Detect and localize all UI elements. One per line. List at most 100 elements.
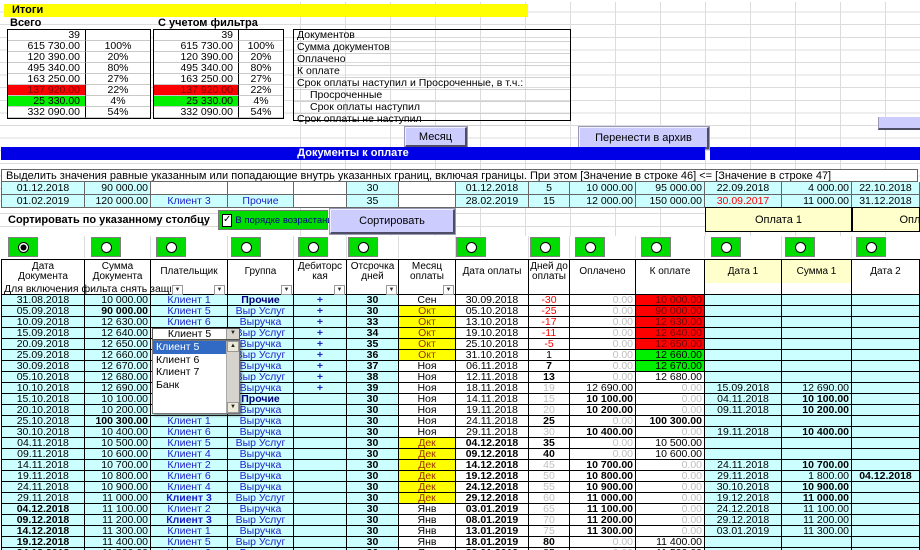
data-cell[interactable]: Клиент 3 [151, 493, 228, 504]
data-cell[interactable]: 10 400.00 [782, 427, 852, 438]
data-cell[interactable]: 33 [347, 317, 399, 328]
data-cell[interactable]: 12 640.00 [85, 328, 151, 339]
data-cell[interactable]: 30 [347, 416, 399, 427]
data-cell[interactable]: 20.09.2018 [2, 339, 85, 350]
data-cell[interactable]: -17 [529, 317, 570, 328]
data-cell[interactable]: 80 [529, 537, 570, 548]
data-cell[interactable] [852, 405, 920, 416]
month-button[interactable]: Месяц [404, 126, 468, 148]
data-cell[interactable]: Окт [399, 339, 456, 350]
data-cell[interactable]: Дек [399, 449, 456, 460]
data-cell[interactable] [782, 317, 852, 328]
radio-cell[interactable] [575, 237, 605, 257]
data-cell[interactable]: 100 300.00 [85, 416, 151, 427]
data-cell[interactable]: 11 200.00 [782, 515, 852, 526]
data-cell[interactable]: 0.00 [636, 493, 705, 504]
data-cell[interactable] [294, 504, 347, 515]
data-cell[interactable]: 10 800.00 [85, 471, 151, 482]
data-cell[interactable]: 19.12.2018 [2, 537, 85, 548]
data-cell[interactable]: 09.11.2018 [2, 449, 85, 460]
data-cell[interactable]: 30 [347, 295, 399, 306]
data-cell[interactable]: 15.09.2018 [705, 383, 782, 394]
data-cell[interactable]: Дек [399, 493, 456, 504]
data-cell[interactable] [852, 460, 920, 471]
data-cell[interactable] [852, 537, 920, 548]
data-cell[interactable] [782, 416, 852, 427]
data-cell[interactable] [852, 295, 920, 306]
data-cell[interactable]: 1 [529, 350, 570, 361]
data-cell[interactable]: 100 300.00 [636, 416, 705, 427]
data-cell[interactable]: 11 400.00 [85, 537, 151, 548]
data-cell[interactable]: 10 100.00 [782, 394, 852, 405]
radio-cell[interactable] [785, 237, 815, 257]
data-cell[interactable]: 12 660.00 [85, 350, 151, 361]
criteria-cell[interactable]: 22.10.2018 [852, 182, 920, 195]
data-cell[interactable] [705, 328, 782, 339]
data-cell[interactable]: 05.10.2018 [2, 372, 85, 383]
data-cell[interactable]: 30 [347, 504, 399, 515]
data-cell[interactable]: 0.00 [570, 306, 636, 317]
data-cell[interactable]: 10 900.00 [85, 482, 151, 493]
data-cell[interactable]: 0.00 [636, 526, 705, 537]
data-cell[interactable]: Ноя [399, 427, 456, 438]
data-cell[interactable]: 25.10.2018 [456, 339, 529, 350]
archive-button[interactable]: Перенести в архив [578, 126, 710, 150]
data-cell[interactable] [782, 537, 852, 548]
data-cell[interactable]: Клиент 5 [151, 537, 228, 548]
data-cell[interactable]: 40 [529, 449, 570, 460]
data-cell[interactable] [705, 317, 782, 328]
data-cell[interactable]: Дек [399, 482, 456, 493]
data-cell[interactable]: 0.00 [636, 460, 705, 471]
data-cell[interactable]: 12 660.00 [636, 350, 705, 361]
data-cell[interactable]: 10 600.00 [636, 449, 705, 460]
data-cell[interactable]: + [294, 372, 347, 383]
data-cell[interactable]: 25.09.2018 [2, 350, 85, 361]
data-cell[interactable]: Окт [399, 328, 456, 339]
data-cell[interactable]: 34 [347, 328, 399, 339]
data-cell[interactable]: Выручка [228, 416, 294, 427]
autofilter-arrow-icon[interactable]: ▼ [443, 285, 454, 295]
data-cell[interactable]: 24.11.2018 [2, 482, 85, 493]
data-cell[interactable]: 04.11.2018 [705, 394, 782, 405]
radio-cell[interactable] [298, 237, 328, 257]
radio-cell[interactable] [91, 237, 121, 257]
data-cell[interactable]: 08.01.2019 [456, 515, 529, 526]
data-cell[interactable] [782, 372, 852, 383]
data-cell[interactable]: Ноя [399, 383, 456, 394]
criteria-cell[interactable]: 5 [529, 182, 570, 195]
data-cell[interactable]: 14.12.2018 [456, 460, 529, 471]
data-cell[interactable]: 29.12.2018 [456, 493, 529, 504]
data-cell[interactable]: 30 [347, 526, 399, 537]
data-cell[interactable]: 03.01.2019 [705, 526, 782, 537]
data-cell[interactable]: 15.09.2018 [2, 328, 85, 339]
data-cell[interactable]: 14.12.2018 [2, 526, 85, 537]
data-cell[interactable]: 10 500.00 [85, 438, 151, 449]
data-cell[interactable] [782, 306, 852, 317]
dropdown-item[interactable]: Клиент 5 [153, 341, 226, 354]
data-cell[interactable]: Клиент 1 [151, 295, 228, 306]
data-cell[interactable]: 90 000.00 [85, 306, 151, 317]
data-cell[interactable]: 14.11.2018 [2, 460, 85, 471]
data-cell[interactable]: 30 [347, 471, 399, 482]
data-cell[interactable] [852, 504, 920, 515]
data-cell[interactable]: 10 000.00 [636, 295, 705, 306]
data-cell[interactable]: Ноя [399, 416, 456, 427]
criteria-cell[interactable] [151, 182, 228, 195]
data-cell[interactable]: 04.12.2018 [2, 504, 85, 515]
data-cell[interactable]: 11 100.00 [85, 504, 151, 515]
criteria-cell[interactable]: 12 000.00 [570, 195, 636, 208]
criteria-cell[interactable]: 95 000.00 [636, 182, 705, 195]
data-cell[interactable]: 12 680.00 [636, 372, 705, 383]
data-cell[interactable]: 24.11.2018 [456, 416, 529, 427]
data-cell[interactable] [852, 372, 920, 383]
data-cell[interactable] [294, 471, 347, 482]
data-cell[interactable] [852, 482, 920, 493]
data-cell[interactable]: 11 000.00 [782, 493, 852, 504]
data-cell[interactable] [294, 427, 347, 438]
data-cell[interactable]: Клиент 2 [151, 504, 228, 515]
sort-button[interactable]: Сортировать [329, 208, 456, 235]
data-cell[interactable]: 19.12.2018 [456, 471, 529, 482]
dropdown-item[interactable]: Клиент 6 [153, 354, 226, 367]
data-cell[interactable]: Янв [399, 504, 456, 515]
data-cell[interactable]: 10 000.00 [85, 295, 151, 306]
